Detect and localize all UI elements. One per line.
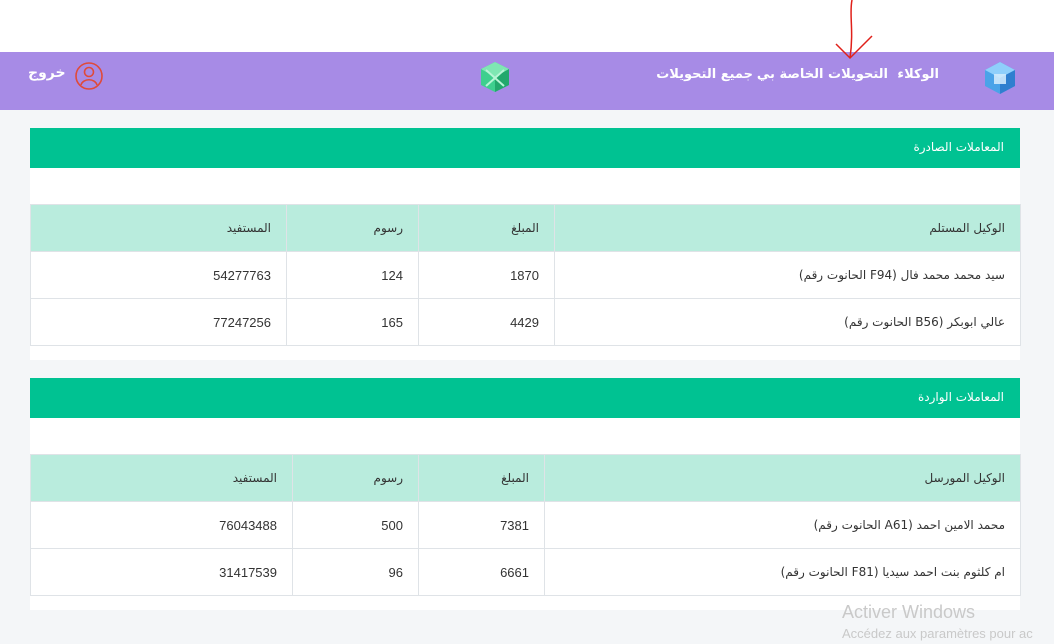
beneficiary-cell: 54277763 [30,251,287,299]
cube-logo-icon[interactable] [980,58,1020,98]
user-circle-icon[interactable] [74,61,104,91]
col-beneficiary: المستفيد [30,204,287,252]
amount-cell: 6661 [418,548,545,596]
table-row: عالي ابوبكر (B56 الحانوت رقم) 4429 165 7… [30,298,1021,346]
agent-cell: عالي ابوبكر (B56 الحانوت رقم) [554,298,1021,346]
agent-cell: محمد الامين احمد (A61 الحانوت رقم) [544,501,1021,549]
col-amount: المبلغ [418,204,555,252]
agent-cell: سيد محمد محمد فال (F94 الحانوت رقم) [554,251,1021,299]
outgoing-table: الوكيل المستلم المبلغ رسوم المستفيد سيد … [30,204,1021,346]
navbar: الوكلاء التحويلات الخاصة بي جميع التحويل… [0,52,1054,110]
panel-title: المعاملات الواردة [30,378,1020,418]
panel-title: المعاملات الصادرة [30,128,1020,168]
table-row: محمد الامين احمد (A61 الحانوت رقم) 7381 … [30,501,1021,549]
nav-agents-link[interactable]: الوكلاء [897,67,939,82]
nav-all-transfers-link[interactable]: جميع التحويلات [656,67,753,82]
beneficiary-cell: 77247256 [30,298,287,346]
windows-activation-subtitle: Accédez aux paramètres pour ac [842,626,1033,641]
nav-my-transfers-link[interactable]: التحويلات الخاصة بي [757,67,888,82]
amount-cell: 7381 [418,501,545,549]
amount-cell: 1870 [418,251,555,299]
col-beneficiary: المستفيد [30,454,293,502]
agent-cell: ام كلثوم بنت احمد سيديا (F81 الحانوت رقم… [544,548,1021,596]
incoming-transactions-panel: المعاملات الواردة الوكيل المورسل المبلغ … [30,378,1021,610]
fees-cell: 165 [286,298,419,346]
beneficiary-cell: 31417539 [30,548,293,596]
incoming-table: الوكيل المورسل المبلغ رسوم المستفيد محمد… [30,454,1021,596]
annotation-arrow-icon [835,0,873,60]
outgoing-transactions-panel: المعاملات الصادرة الوكيل المستلم المبلغ … [30,128,1021,360]
fees-cell: 124 [286,251,419,299]
col-fees: رسوم [286,204,419,252]
table-header-row: الوكيل المستلم المبلغ رسوم المستفيد [30,204,1021,252]
col-fees: رسوم [292,454,419,502]
col-sending-agent: الوكيل المورسل [544,454,1021,502]
fees-cell: 96 [292,548,419,596]
beneficiary-cell: 76043488 [30,501,293,549]
windows-activation-title: Activer Windows [842,602,976,622]
col-amount: المبلغ [418,454,545,502]
top-whitespace [0,0,1054,52]
table-header-row: الوكيل المورسل المبلغ رسوم المستفيد [30,454,1021,502]
logout-link[interactable]: خروج [28,65,66,81]
green-cube-icon [481,62,509,92]
fees-cell: 500 [292,501,419,549]
amount-cell: 4429 [418,298,555,346]
table-row: سيد محمد محمد فال (F94 الحانوت رقم) 1870… [30,251,1021,299]
table-row: ام كلثوم بنت احمد سيديا (F81 الحانوت رقم… [30,548,1021,596]
col-receiving-agent: الوكيل المستلم [554,204,1021,252]
